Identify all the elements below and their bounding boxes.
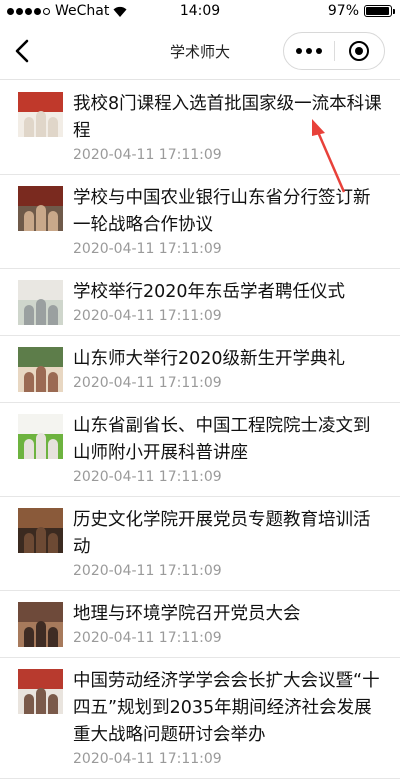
article-text: 我校8门课程入选首批国家级一流本科课程 2020-04-11 17:11:09 [73, 91, 382, 164]
article-text: 山东省副省长、中国工程院院士凌文到山师附小开展科普讲座 2020-04-11 17… [73, 413, 382, 486]
article-date: 2020-04-11 17:11:09 [73, 375, 222, 391]
article-date: 2020-04-11 17:11:09 [73, 469, 222, 485]
article-title[interactable]: 山东省副省长、中国工程院院士凌文到山师附小开展科普讲座 [73, 413, 382, 467]
article-date: 2020-04-11 17:11:09 [73, 751, 222, 767]
article-date: 2020-04-11 17:11:09 [73, 241, 222, 257]
article-date: 2020-04-11 17:11:09 [73, 563, 222, 579]
article-thumbnail [18, 669, 63, 714]
navigation-bar: 学术师大 [0, 22, 400, 80]
article-title[interactable]: 地理与环境学院召开党员大会 [73, 601, 382, 628]
status-right: 97% [327, 3, 395, 19]
article-title[interactable]: 学校举行2020年东岳学者聘任仪式 [73, 279, 382, 306]
article-title[interactable]: 山东师大举行2020级新生开学典礼 [73, 346, 382, 373]
article-title[interactable]: 中国劳动经济学学会会长扩大会议暨“十四五”规划到2035年期间经济社会发展重大战… [73, 668, 382, 749]
battery-percent: 97% [327, 3, 359, 19]
more-menu-button[interactable] [284, 33, 334, 69]
target-icon [349, 41, 370, 61]
article-thumbnail [18, 508, 63, 553]
article-text: 学校与中国农业银行山东省分行签订新一轮战略合作协议 2020-04-11 17:1… [73, 185, 382, 258]
article-date: 2020-04-11 17:11:09 [73, 630, 222, 646]
article-thumbnail [18, 347, 63, 392]
mini-program-capsule [283, 32, 385, 70]
article-list: 我校8门课程入选首批国家级一流本科课程 2020-04-11 17:11:09 学校… [0, 81, 400, 779]
article-thumbnail [18, 186, 63, 231]
article-item[interactable]: 历史文化学院开展党员专题教育培训活动 2020-04-11 17:11:09 [0, 497, 400, 591]
article-text: 中国劳动经济学学会会长扩大会议暨“十四五”规划到2035年期间经济社会发展重大战… [73, 668, 382, 768]
article-title[interactable]: 我校8门课程入选首批国家级一流本科课程 [73, 91, 382, 145]
article-item[interactable]: 学校与中国农业银行山东省分行签订新一轮战略合作协议 2020-04-11 17:1… [0, 175, 400, 269]
article-text: 山东师大举行2020级新生开学典礼 2020-04-11 17:11:09 [73, 346, 382, 392]
article-item[interactable]: 山东师大举行2020级新生开学典礼 2020-04-11 17:11:09 [0, 336, 400, 403]
article-text: 历史文化学院开展党员专题教育培训活动 2020-04-11 17:11:09 [73, 507, 382, 580]
article-item[interactable]: 中国劳动经济学学会会长扩大会议暨“十四五”规划到2035年期间经济社会发展重大战… [0, 658, 400, 779]
article-thumbnail [18, 92, 63, 137]
status-bar: WeChat 14:09 97% [0, 0, 400, 22]
article-text: 地理与环境学院召开党员大会 2020-04-11 17:11:09 [73, 601, 382, 647]
article-item[interactable]: 山东省副省长、中国工程院院士凌文到山师附小开展科普讲座 2020-04-11 17… [0, 403, 400, 497]
article-thumbnail [18, 602, 63, 647]
article-date: 2020-04-11 17:11:09 [73, 147, 222, 163]
close-mini-program-button[interactable] [334, 33, 384, 69]
article-title[interactable]: 历史文化学院开展党员专题教育培训活动 [73, 507, 382, 561]
article-item[interactable]: 地理与环境学院召开党员大会 2020-04-11 17:11:09 [0, 591, 400, 658]
article-title[interactable]: 学校与中国农业银行山东省分行签订新一轮战略合作协议 [73, 185, 382, 239]
article-item[interactable]: 我校8门课程入选首批国家级一流本科课程 2020-04-11 17:11:09 [0, 81, 400, 175]
article-thumbnail [18, 414, 63, 459]
battery-icon [364, 5, 395, 17]
article-date: 2020-04-11 17:11:09 [73, 308, 222, 324]
article-text: 学校举行2020年东岳学者聘任仪式 2020-04-11 17:11:09 [73, 279, 382, 325]
article-thumbnail [18, 280, 63, 325]
article-item[interactable]: 学校举行2020年东岳学者聘任仪式 2020-04-11 17:11:09 [0, 269, 400, 336]
